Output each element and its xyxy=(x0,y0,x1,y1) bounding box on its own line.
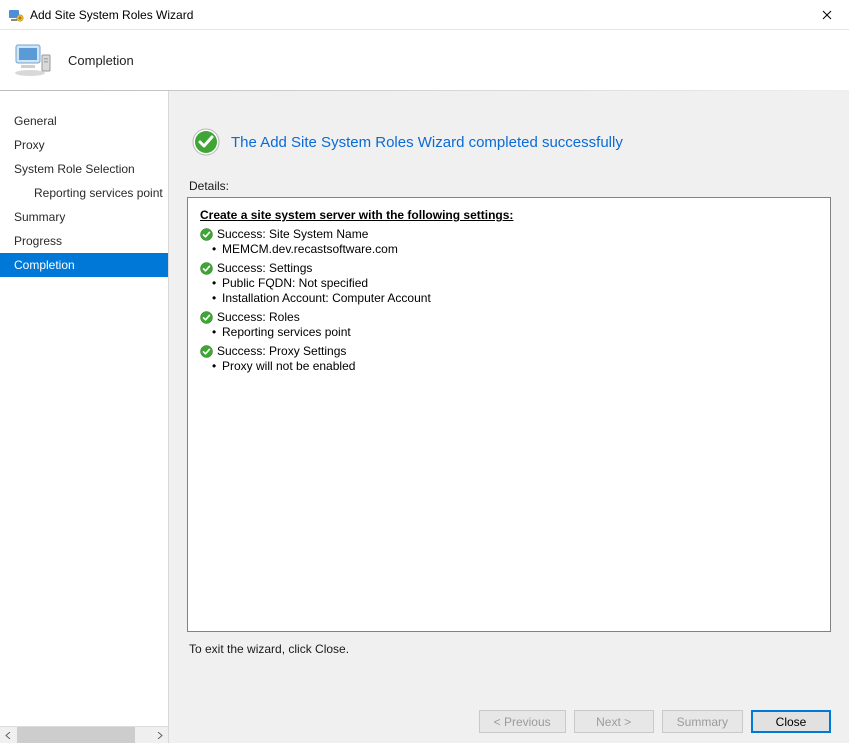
headline-text: The Add Site System Roles Wizard complet… xyxy=(231,134,623,151)
summary-button[interactable]: Summary xyxy=(662,710,743,733)
success-line: Success: Settings xyxy=(200,261,818,276)
scroll-left-arrow-icon[interactable] xyxy=(0,727,17,743)
close-button[interactable]: Close xyxy=(751,710,831,733)
next-button[interactable]: Next > xyxy=(574,710,654,733)
detail-bullet: Installation Account: Computer Account xyxy=(200,291,818,306)
success-check-icon xyxy=(200,345,213,358)
details-heading: Create a site system server with the fol… xyxy=(200,208,818,223)
success-check-icon xyxy=(200,262,213,275)
main-pane: The Add Site System Roles Wizard complet… xyxy=(168,91,849,743)
details-label: Details: xyxy=(189,179,831,193)
headline-row: The Add Site System Roles Wizard complet… xyxy=(187,109,831,179)
success-line: Success: Roles xyxy=(200,310,818,325)
sidebar-item-progress[interactable]: Progress xyxy=(0,229,168,253)
success-label: Success: Site System Name xyxy=(217,227,368,242)
sidebar-item-reporting-services-point[interactable]: Reporting services point xyxy=(0,181,168,205)
success-check-icon xyxy=(200,228,213,241)
success-check-icon xyxy=(191,127,221,157)
scrollbar-thumb[interactable] xyxy=(17,727,135,743)
page-title: Completion xyxy=(68,53,134,68)
success-line: Success: Site System Name xyxy=(200,227,818,242)
sidebar: GeneralProxySystem Role SelectionReporti… xyxy=(0,91,168,743)
success-label: Success: Settings xyxy=(217,261,312,276)
app-icon xyxy=(8,7,24,23)
header-band: Completion xyxy=(0,30,849,90)
footer-buttons: < Previous Next > Summary Close xyxy=(187,656,831,733)
detail-bullet: Public FQDN: Not specified xyxy=(200,276,818,291)
sidebar-horizontal-scrollbar[interactable] xyxy=(0,726,168,743)
sidebar-item-system-role-selection[interactable]: System Role Selection xyxy=(0,157,168,181)
detail-bullet: Reporting services point xyxy=(200,325,818,340)
success-label: Success: Roles xyxy=(217,310,300,325)
window-title: Add Site System Roles Wizard xyxy=(30,8,804,22)
detail-bullet: Proxy will not be enabled xyxy=(200,359,818,374)
scroll-right-arrow-icon[interactable] xyxy=(151,727,168,743)
details-box: Create a site system server with the fol… xyxy=(187,197,831,632)
sidebar-item-general[interactable]: General xyxy=(0,109,168,133)
exit-hint: To exit the wizard, click Close. xyxy=(189,642,831,656)
sidebar-item-summary[interactable]: Summary xyxy=(0,205,168,229)
scrollbar-track[interactable] xyxy=(17,727,151,743)
success-line: Success: Proxy Settings xyxy=(200,344,818,359)
success-check-icon xyxy=(200,311,213,324)
window-close-button[interactable] xyxy=(804,0,849,30)
detail-bullet: MEMCM.dev.recastsoftware.com xyxy=(200,242,818,257)
success-label: Success: Proxy Settings xyxy=(217,344,346,359)
sidebar-item-completion[interactable]: Completion xyxy=(0,253,168,277)
titlebar: Add Site System Roles Wizard xyxy=(0,0,849,30)
previous-button[interactable]: < Previous xyxy=(479,710,566,733)
sidebar-item-proxy[interactable]: Proxy xyxy=(0,133,168,157)
wizard-computer-icon xyxy=(12,39,54,81)
